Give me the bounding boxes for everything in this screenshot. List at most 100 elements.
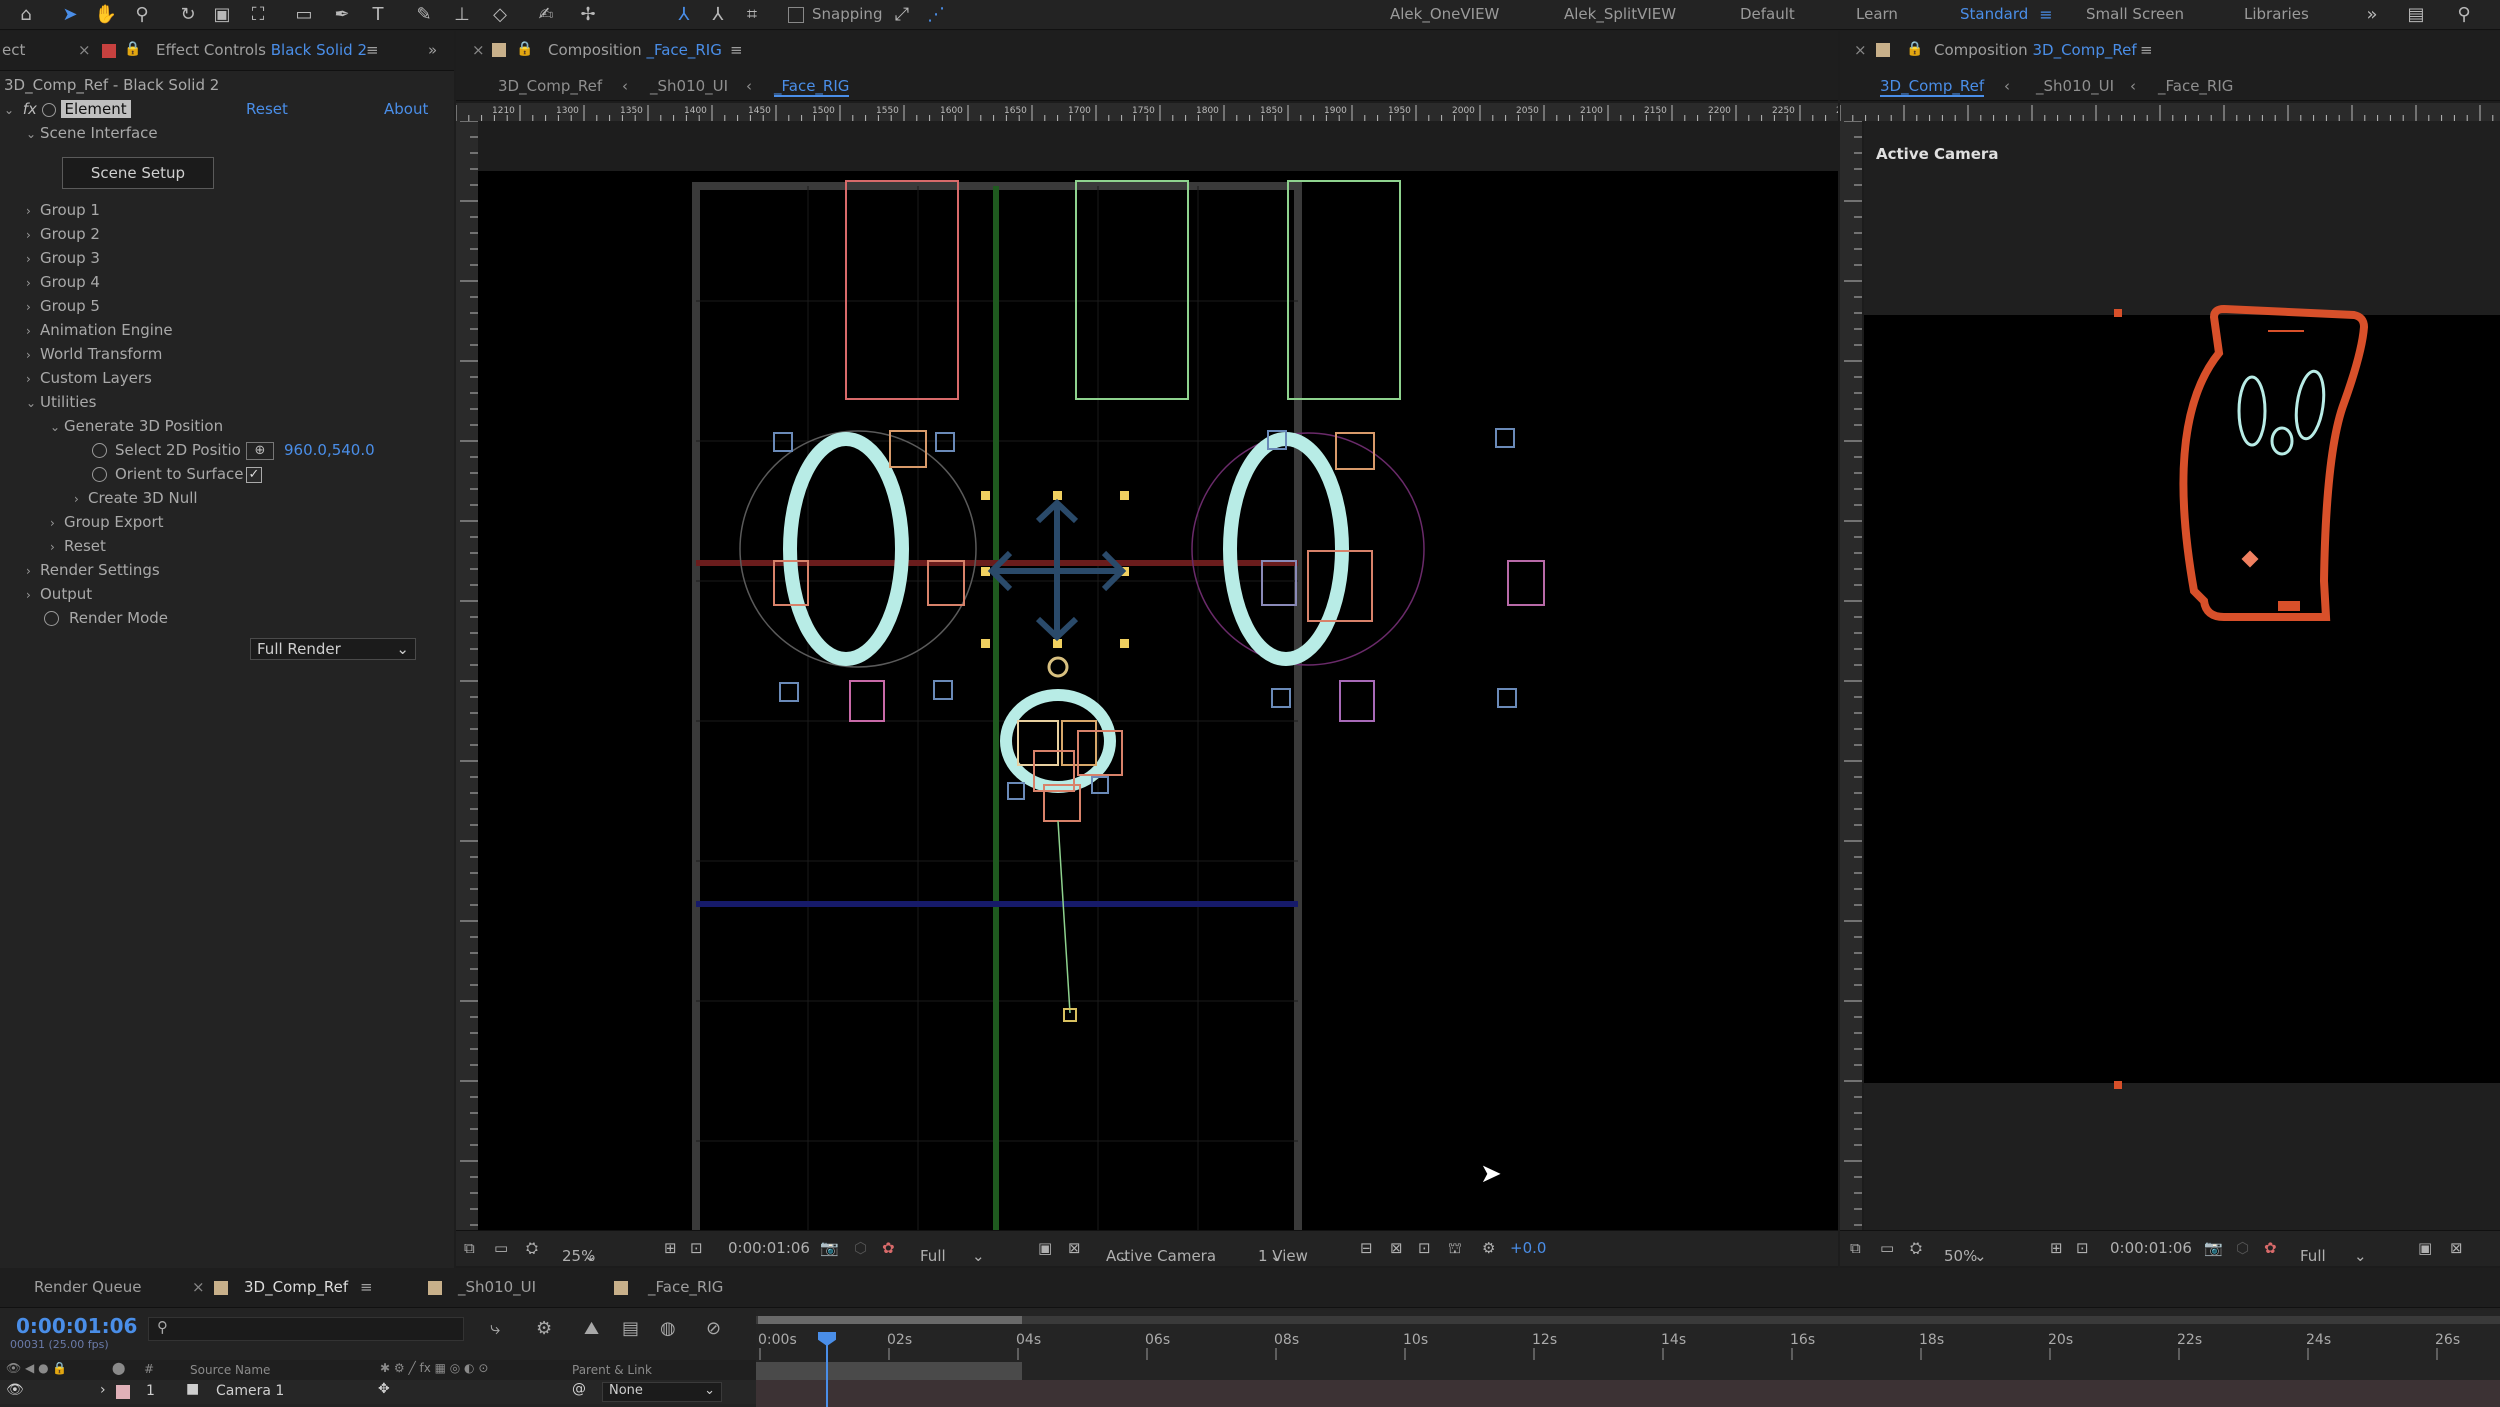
current-time-display[interactable]: 0:00:01:06 — [728, 1239, 810, 1257]
transparency-grid-icon[interactable]: ⊠ — [1068, 1239, 1081, 1257]
snapshot-icon[interactable]: 📷 — [2204, 1239, 2223, 1257]
parent-dropdown[interactable]: None ⌄ — [602, 1382, 722, 1402]
selection-tool-icon[interactable]: ➤ — [58, 3, 82, 27]
monitor-icon[interactable]: ▭ — [1880, 1239, 1894, 1257]
camera-layer-bar[interactable] — [756, 1380, 2500, 1407]
pan-behind-tool-icon[interactable]: ⛶ — [246, 3, 270, 27]
pick-whip-icon[interactable]: @ — [572, 1381, 586, 1397]
color-channel-icon[interactable]: ✿ — [2264, 1239, 2277, 1257]
timeline-current-time[interactable]: 0:00:01:06 — [16, 1314, 137, 1338]
lock-icon[interactable]: 🔒 — [516, 41, 533, 57]
grid-icon[interactable]: ⊡ — [690, 1239, 703, 1257]
lock-icon[interactable]: 🔒 — [1906, 41, 1923, 57]
animation-engine-row[interactable]: › Animation Engine — [26, 318, 173, 342]
transparency-grid-icon[interactable]: ⊠ — [2450, 1239, 2463, 1257]
breadcrumb-sh010-ui[interactable]: _Sh010_UI — [2036, 77, 2114, 95]
toggle-pixel-aspect-icon[interactable]: ⊟ — [1360, 1239, 1373, 1257]
snap-grid-icon[interactable]: ⋰ — [924, 3, 948, 27]
vertical-ruler[interactable] — [456, 121, 478, 1230]
composition-canvas[interactable]: ➤ — [478, 121, 1838, 1230]
layer-row-camera[interactable]: 👁 › 1 ■ Camera 1 ✥ @ None ⌄ — [0, 1380, 756, 1404]
tab-sh010-ui[interactable]: _Sh010_UI — [458, 1278, 536, 1296]
puppet-tool-icon[interactable]: ✢ — [576, 3, 600, 27]
horizontal-ruler[interactable] — [1839, 103, 2500, 121]
group-1-row[interactable]: › Group 1 — [26, 198, 100, 222]
collapse-arrow-icon[interactable]: ⌄ — [4, 98, 18, 122]
render-settings-row[interactable]: › Render Settings — [26, 558, 160, 582]
panel-menu-icon[interactable]: ≡ — [730, 41, 743, 59]
world-axis-icon[interactable]: ⅄ — [706, 3, 730, 27]
exposure-value[interactable]: +0.0 — [1510, 1239, 1546, 1257]
mask-visibility-icon[interactable]: ⛭ — [1910, 1239, 1922, 1257]
show-snapshot-icon[interactable]: ⬡ — [2236, 1239, 2249, 1257]
timeline-icon[interactable]: ⊡ — [1418, 1239, 1431, 1257]
close-tab-icon[interactable]: × — [192, 1278, 205, 1296]
group-5-row[interactable]: › Group 5 — [26, 294, 100, 318]
reset-row[interactable]: › Reset — [50, 534, 106, 558]
workspace-learn[interactable]: Learn — [1856, 5, 1898, 23]
effect-name[interactable]: Element — [60, 100, 131, 118]
time-ruler-area[interactable]: 0:00s 02s 04s 06s 08s 10s 12s 14s 16s 18s 20s 22s 24… — [756, 1310, 2500, 1407]
type-tool-icon[interactable]: T — [366, 3, 390, 27]
breadcrumb-face-rig[interactable]: _Face_RIG — [2158, 77, 2233, 95]
collapse-switch-icon[interactable]: ✥ — [378, 1381, 390, 1397]
rotate-tool-icon[interactable]: ↻ — [176, 3, 200, 27]
workspace-menu-icon[interactable]: ≡ — [2034, 3, 2058, 27]
view-axis-icon[interactable]: ⌗ — [740, 3, 764, 27]
mask-visibility-icon[interactable]: ⛭ — [526, 1239, 538, 1257]
composition-tab[interactable]: Composition 3D_Comp_Ref — [1934, 41, 2137, 59]
panel-menu-icon[interactable]: ≡ — [366, 41, 379, 59]
scene-interface-group[interactable]: ⌄ Scene Interface — [26, 121, 158, 145]
workspace-libraries[interactable]: Libraries — [2244, 5, 2309, 23]
stopwatch-icon[interactable] — [44, 611, 59, 626]
source-name-header[interactable]: Source Name — [190, 1363, 270, 1377]
always-preview-icon[interactable]: ⧉ — [1850, 1239, 1861, 1257]
graph-editor-icon[interactable]: ⊘ — [706, 1318, 721, 1339]
effect-reset-link[interactable]: Reset — [246, 97, 288, 121]
stopwatch-icon[interactable] — [92, 443, 107, 458]
effect-controls-tab[interactable]: Effect Controls Black Solid 2 — [156, 41, 367, 59]
layer-label-swatch[interactable] — [116, 1385, 130, 1399]
camera-tool-icon[interactable]: ▣ — [210, 3, 234, 27]
more-workspaces-icon[interactable]: » — [2360, 3, 2384, 27]
layer-name[interactable]: Camera 1 — [216, 1383, 284, 1399]
region-of-interest-icon[interactable]: ▣ — [1038, 1239, 1052, 1257]
show-snapshot-icon[interactable]: ⬡ — [854, 1239, 867, 1257]
workspace-alek-splitview[interactable]: Alek_SplitVIEW — [1564, 5, 1676, 23]
panel-overflow-icon[interactable]: » — [428, 41, 437, 59]
generate-3d-position-row[interactable]: ⌄ Generate 3D Position — [50, 414, 223, 438]
pen-tool-icon[interactable]: ✒ — [330, 3, 354, 27]
always-preview-icon[interactable]: ⧉ — [464, 1239, 475, 1257]
create-3d-null-row[interactable]: › Create 3D Null — [74, 486, 198, 510]
local-axis-icon[interactable]: ⅄ — [672, 3, 696, 27]
utilities-row[interactable]: ⌄ Utilities — [26, 390, 96, 414]
effect-about-link[interactable]: About — [384, 97, 428, 121]
project-tab-partial[interactable]: ect — [2, 41, 25, 59]
workspace-standard[interactable]: Standard — [1960, 5, 2028, 23]
motion-blur-icon[interactable]: ◍ — [660, 1318, 676, 1339]
render-mode-dropdown[interactable]: Full Render ⌄ — [250, 638, 416, 660]
breadcrumb-sh010-ui[interactable]: _Sh010_UI — [650, 77, 728, 95]
group-3-row[interactable]: › Group 3 — [26, 246, 100, 270]
panel-menu-icon[interactable]: ≡ — [2140, 41, 2153, 59]
search-help-icon[interactable]: ⚲ — [2452, 3, 2476, 27]
sync-settings-icon[interactable]: ▤ — [2404, 3, 2428, 27]
custom-layers-row[interactable]: › Custom Layers — [26, 366, 152, 390]
panel-menu-icon[interactable]: ≡ — [360, 1278, 373, 1296]
snap-option-icon[interactable]: ⤢ — [890, 3, 914, 27]
composition-tab[interactable]: Composition _Face_RIG — [548, 41, 722, 59]
horizontal-ruler[interactable]: 1210 1300 1350 1400 1450 1500 1550 1600 1650 1700… — [456, 103, 1838, 121]
group-4-row[interactable]: › Group 4 — [26, 270, 100, 294]
breadcrumb-3d-comp-ref[interactable]: 3D_Comp_Ref — [1880, 77, 1985, 97]
expand-arrow-icon[interactable]: › — [100, 1382, 106, 1398]
stopwatch-icon[interactable] — [92, 467, 107, 482]
scene-setup-button[interactable]: Scene Setup — [62, 157, 214, 189]
current-time-display[interactable]: 0:00:01:06 — [2110, 1239, 2192, 1257]
grid-icon[interactable]: ⊡ — [2076, 1239, 2089, 1257]
close-tab-icon[interactable]: × — [78, 41, 91, 59]
close-comp-tab-icon[interactable]: × — [1854, 41, 1867, 59]
fit-icon[interactable]: ⊞ — [664, 1239, 677, 1257]
timeline-search-input[interactable]: ⚲ — [148, 1317, 464, 1341]
color-channel-icon[interactable]: ✿ — [882, 1239, 895, 1257]
breadcrumb-face-rig[interactable]: _Face_RIG — [774, 77, 850, 97]
